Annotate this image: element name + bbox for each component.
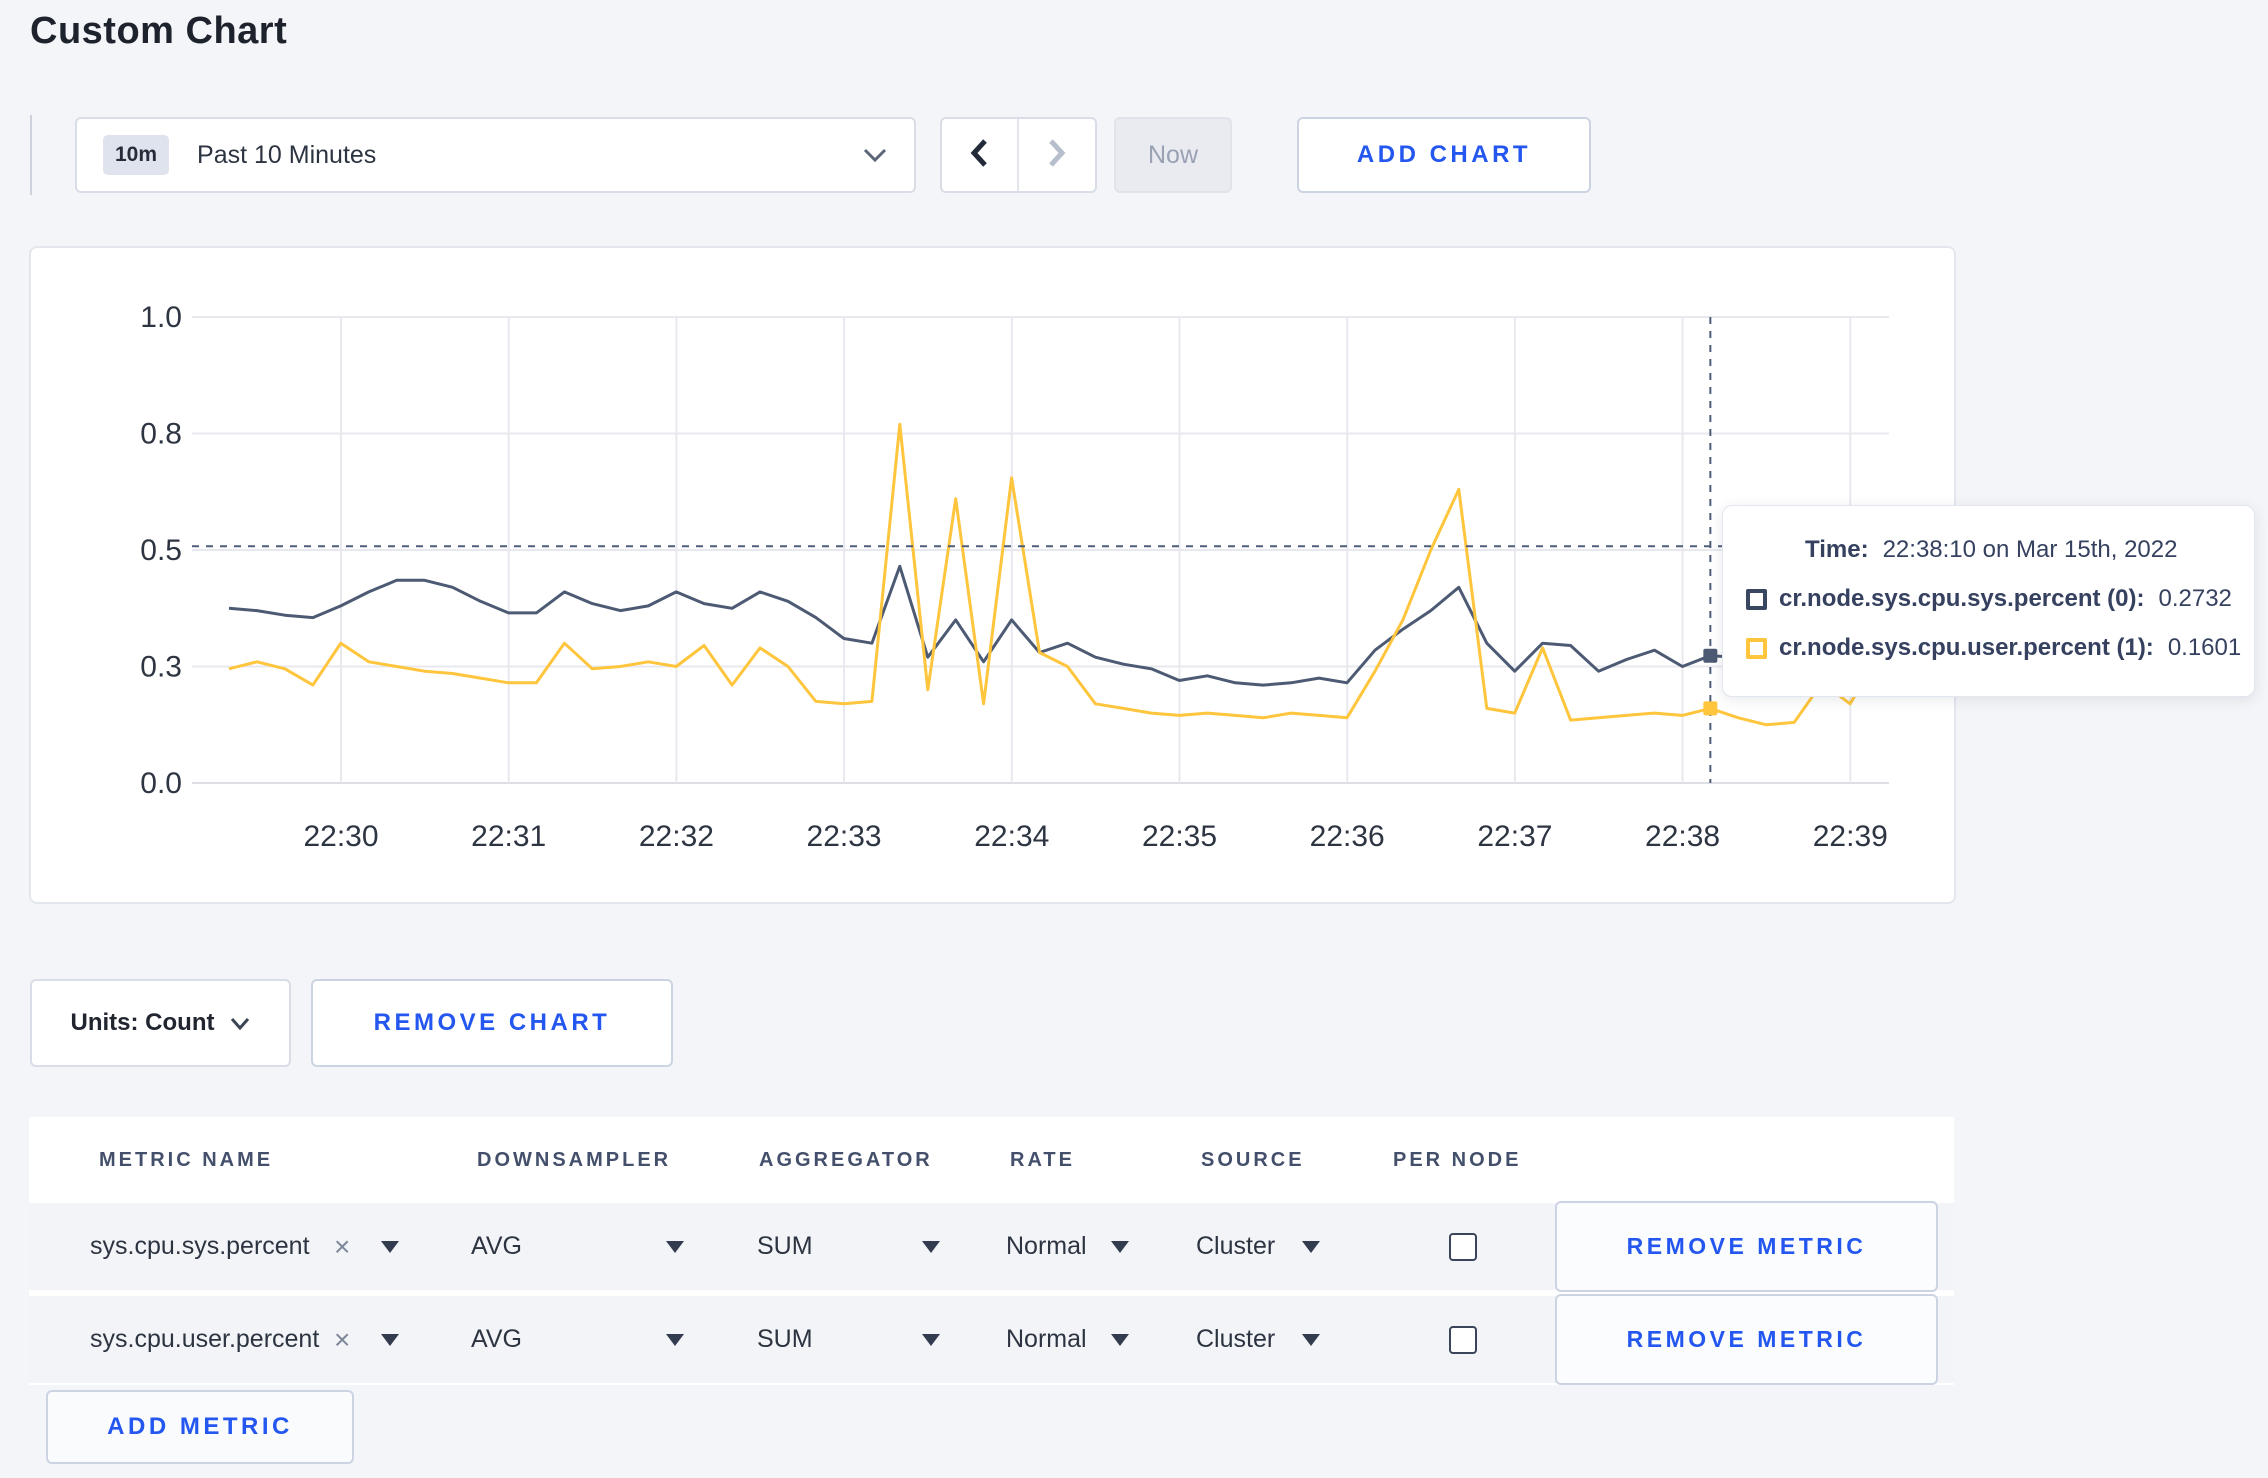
tooltip-time-value: 22:38:10 on Mar 15th, 2022: [1882, 536, 2178, 563]
downsampler-select[interactable]: AVG: [471, 1203, 522, 1290]
series-user-swatch-icon: [1746, 637, 1767, 659]
source-select[interactable]: Cluster: [1196, 1296, 1275, 1383]
svg-text:22:31: 22:31: [471, 820, 546, 853]
timeseries-chart[interactable]: 0.0 0.3 0.5 0.8 1.0 22:30 22:31 22:32 22:33 22:34…: [31, 248, 1954, 902]
chart-card: 0.0 0.3 0.5 0.8 1.0 22:30 22:31 22:32 22:33 22:34…: [29, 246, 1956, 904]
tooltip-series-label: cr.node.sys.cpu.user.percent (1):: [1779, 634, 2154, 661]
rate-select[interactable]: Normal: [1006, 1296, 1087, 1383]
rate-caret[interactable]: [1111, 1203, 1129, 1290]
aggregator-select[interactable]: SUM: [757, 1203, 813, 1290]
col-header-aggregator: AGGREGATOR: [759, 1148, 933, 1171]
clear-metric-icon[interactable]: ×: [334, 1203, 350, 1290]
time-window-nav: [940, 117, 1097, 193]
units-label: Units: Count: [70, 1009, 215, 1036]
chevron-down-icon: [230, 1017, 250, 1030]
time-range-select[interactable]: 10m Past 10 Minutes: [75, 117, 916, 193]
svg-text:0.5: 0.5: [140, 534, 182, 567]
metric-name-select[interactable]: [381, 1203, 399, 1290]
caret-down-icon: [922, 1240, 940, 1253]
tooltip-series-value: 0.1601: [2167, 634, 2242, 661]
units-select[interactable]: Units: Count: [30, 979, 291, 1067]
caret-down-icon: [1111, 1240, 1129, 1253]
tooltip-time-label: Time:: [1805, 536, 1869, 563]
caret-down-icon: [381, 1333, 399, 1346]
svg-text:0.8: 0.8: [140, 418, 182, 451]
chevron-left-icon: [969, 138, 989, 173]
aggregator-caret[interactable]: [922, 1203, 940, 1290]
caret-down-icon: [666, 1240, 684, 1253]
prev-time-button[interactable]: [942, 119, 1019, 191]
table-row: sys.cpu.user.percent × AVG SUM Normal Cl…: [29, 1294, 1954, 1385]
rate-caret[interactable]: [1111, 1296, 1129, 1383]
time-range-badge: 10m: [103, 135, 170, 175]
next-time-button[interactable]: [1019, 119, 1096, 191]
caret-down-icon: [381, 1240, 399, 1253]
svg-text:0.0: 0.0: [140, 767, 182, 800]
remove-metric-button[interactable]: REMOVE METRIC: [1555, 1201, 1938, 1292]
col-header-downsampler: DOWNSAMPLER: [477, 1148, 672, 1171]
svg-text:0.3: 0.3: [140, 651, 182, 684]
add-chart-button[interactable]: ADD CHART: [1297, 117, 1591, 193]
svg-text:22:36: 22:36: [1310, 820, 1385, 853]
svg-text:22:32: 22:32: [639, 820, 714, 853]
col-header-source: SOURCE: [1201, 1148, 1305, 1171]
add-metric-button[interactable]: ADD METRIC: [46, 1390, 354, 1464]
caret-down-icon: [1302, 1240, 1320, 1253]
page-title: Custom Chart: [30, 10, 288, 52]
remove-chart-button[interactable]: REMOVE CHART: [311, 979, 673, 1067]
aggregator-select[interactable]: SUM: [757, 1296, 813, 1383]
tooltip-series-value: 0.2732: [2158, 585, 2232, 612]
svg-text:22:38: 22:38: [1645, 820, 1720, 853]
caret-down-icon: [1111, 1333, 1129, 1346]
col-header-metric-name: METRIC NAME: [99, 1148, 274, 1171]
svg-text:1.0: 1.0: [140, 301, 182, 334]
series-sys-swatch-icon: [1746, 588, 1767, 610]
svg-text:22:39: 22:39: [1813, 820, 1888, 853]
chevron-right-icon: [1047, 138, 1067, 173]
downsampler-caret[interactable]: [666, 1296, 684, 1383]
metrics-table: METRIC NAME DOWNSAMPLER AGGREGATOR RATE …: [29, 1117, 1954, 1385]
chevron-down-icon: [862, 147, 888, 163]
caret-down-icon: [666, 1333, 684, 1346]
now-button[interactable]: Now: [1114, 117, 1232, 193]
caret-down-icon: [922, 1333, 940, 1346]
tooltip-series-label: cr.node.sys.cpu.sys.percent (0):: [1779, 585, 2145, 612]
col-header-rate: RATE: [1010, 1148, 1075, 1171]
remove-metric-button[interactable]: REMOVE METRIC: [1555, 1294, 1938, 1385]
svg-text:22:30: 22:30: [303, 820, 378, 853]
time-range-label: Past 10 Minutes: [197, 140, 377, 169]
caret-down-icon: [1302, 1333, 1320, 1346]
metric-name-value: sys.cpu.user.percent: [90, 1325, 320, 1353]
table-row: sys.cpu.sys.percent × AVG SUM Normal Clu…: [29, 1201, 1954, 1292]
per-node-checkbox[interactable]: [1449, 1232, 1477, 1261]
downsampler-select[interactable]: AVG: [471, 1296, 522, 1383]
downsampler-caret[interactable]: [666, 1203, 684, 1290]
svg-text:22:34: 22:34: [974, 820, 1049, 853]
svg-text:22:37: 22:37: [1477, 820, 1552, 853]
source-caret[interactable]: [1302, 1296, 1320, 1383]
svg-text:22:33: 22:33: [807, 820, 882, 853]
metric-name-select[interactable]: [381, 1296, 399, 1383]
section-divider: [30, 115, 32, 195]
rate-select[interactable]: Normal: [1006, 1203, 1087, 1290]
col-header-per-node: PER NODE: [1393, 1148, 1522, 1171]
per-node-checkbox[interactable]: [1449, 1325, 1477, 1354]
aggregator-caret[interactable]: [922, 1296, 940, 1383]
svg-text:22:35: 22:35: [1142, 820, 1217, 853]
clear-metric-icon[interactable]: ×: [334, 1296, 350, 1383]
chart-tooltip: Time: 22:38:10 on Mar 15th, 2022 cr.node…: [1722, 505, 2255, 697]
source-select[interactable]: Cluster: [1196, 1203, 1275, 1290]
source-caret[interactable]: [1302, 1203, 1320, 1290]
metric-name-value: sys.cpu.sys.percent: [90, 1232, 310, 1260]
